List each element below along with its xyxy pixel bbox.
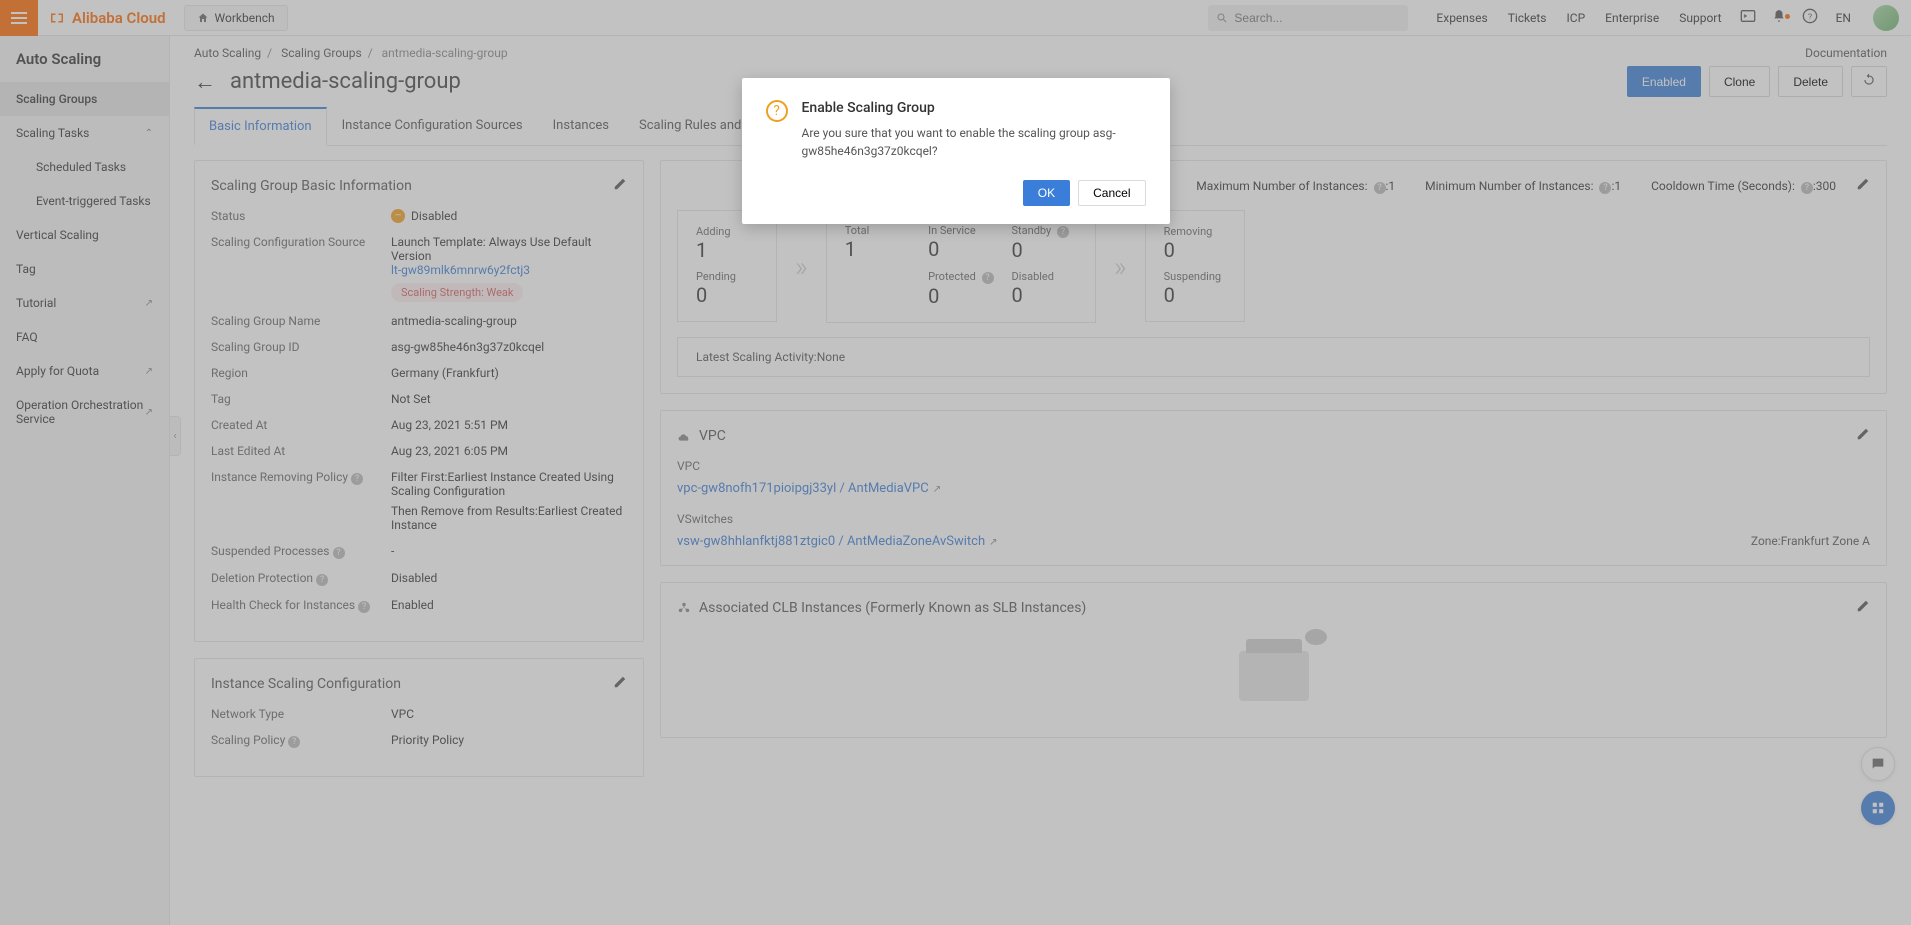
modal-text: Are you sure that you want to enable the…: [802, 124, 1146, 160]
modal-overlay[interactable]: ? Enable Scaling Group Are you sure that…: [0, 0, 1911, 925]
confirm-modal: ? Enable Scaling Group Are you sure that…: [742, 78, 1170, 224]
modal-title: Enable Scaling Group: [802, 100, 1146, 116]
ok-button[interactable]: OK: [1023, 180, 1070, 206]
question-icon: ?: [766, 100, 788, 122]
cancel-button[interactable]: Cancel: [1078, 180, 1145, 206]
